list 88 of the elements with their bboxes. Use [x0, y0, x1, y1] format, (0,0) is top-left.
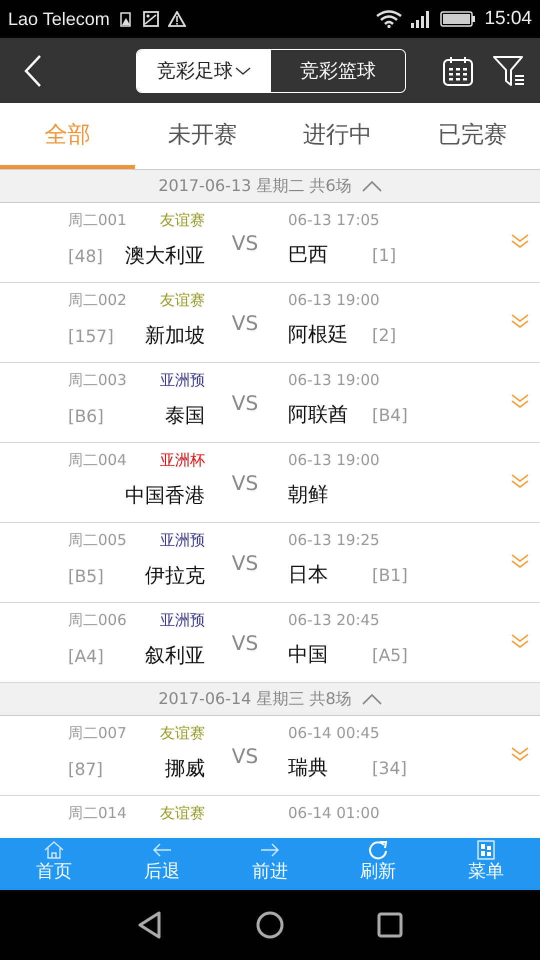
away-team: 日本 [288, 561, 329, 588]
clock: 15:04 [484, 8, 532, 30]
team-rank: [34] [372, 759, 407, 779]
team-rank: [2] [372, 326, 396, 346]
grid-icon [475, 840, 497, 860]
match-code: 周二005 [68, 531, 127, 550]
league-tag: 友谊赛 [160, 211, 205, 230]
league-tag: 亚洲预 [160, 531, 205, 550]
match-time: 06-13 19:00 [288, 451, 380, 469]
team-rank: [1] [372, 246, 396, 266]
expand-icon[interactable] [510, 473, 530, 489]
team-rank: [A5] [372, 646, 408, 666]
expand-icon[interactable] [510, 233, 530, 249]
home-team: 挪威 [165, 755, 205, 782]
team-rank: [87] [68, 760, 103, 780]
match-time: 06-13 19:25 [288, 531, 380, 549]
match-time: 06-13 19:00 [288, 291, 380, 309]
league-tag: 亚洲杯 [160, 451, 205, 470]
vs-label: VS [232, 744, 258, 768]
away-team: 阿根廷 [288, 321, 349, 348]
refresh-icon [367, 840, 389, 860]
match-code: 周二003 [68, 371, 127, 390]
expand-icon[interactable] [510, 633, 530, 649]
match-row[interactable]: 周二003 亚洲预 [B6] 泰国 VS 06-13 19:00 阿联酋 [B4] [0, 363, 540, 443]
league-tag: 友谊赛 [160, 291, 205, 310]
match-code: 周二006 [68, 611, 127, 630]
filter-icon[interactable] [492, 54, 526, 88]
team-rank: [B4] [372, 406, 408, 426]
expand-icon[interactable] [510, 313, 530, 329]
team-rank: [B1] [372, 566, 408, 586]
league-tag: 友谊赛 [160, 724, 205, 743]
home-team: 新加坡 [145, 322, 205, 349]
home-team: 澳大利亚 [125, 242, 205, 269]
team-rank: [48] [68, 247, 103, 267]
home-team: 叙利亚 [145, 642, 205, 669]
vs-label: VS [232, 630, 258, 654]
match-time: 06-14 00:45 [288, 724, 380, 742]
away-team: 朝鲜 [288, 481, 329, 508]
team-rank: [157] [68, 327, 114, 347]
away-team: 巴西 [288, 241, 329, 268]
vs-label: VS [232, 470, 258, 494]
carrier-name: Lao Telecom [8, 8, 110, 30]
match-time: 06-13 17:05 [288, 211, 380, 229]
match-row[interactable]: 周二005 亚洲预 [B5] 伊拉克 VS 06-13 19:25 日本 [B1] [0, 523, 540, 603]
home-team: 伊拉克 [145, 562, 205, 589]
recent-apps-icon[interactable] [375, 910, 405, 940]
vs-label: VS [232, 310, 258, 334]
date-group-title: 2017-06-14 星期三 共8场 [158, 688, 352, 710]
away-team: 阿联酋 [288, 401, 349, 428]
match-time: 06-13 19:00 [288, 371, 380, 389]
calendar-icon[interactable] [442, 54, 474, 86]
match-row[interactable]: 周二004 亚洲杯 中国香港 VS 06-13 19:00 朝鲜 [0, 443, 540, 523]
match-code: 周二014 [68, 804, 127, 823]
team-rank: [B5] [68, 567, 104, 587]
match-row[interactable]: 周二001 友谊赛 [48] 澳大利亚 VS 06-13 17:05 巴西 [1] [0, 203, 540, 283]
match-code: 周二002 [68, 291, 127, 310]
home-icon [43, 840, 65, 860]
match-code: 周二007 [68, 724, 127, 743]
match-code: 周二001 [68, 211, 127, 230]
battery-icon [440, 10, 476, 28]
vs-label: VS [232, 390, 258, 414]
date-group-title: 2017-06-13 星期二 共6场 [158, 176, 352, 196]
back-icon[interactable] [22, 52, 44, 88]
battery-warning-icon [118, 11, 134, 27]
warning-icon [168, 11, 186, 27]
home-team: 中国香港 [125, 482, 205, 509]
team-rank: [B6] [68, 407, 104, 427]
expand-icon[interactable] [510, 553, 530, 569]
away-team: 中国 [288, 641, 329, 668]
league-tag: 友谊赛 [160, 804, 205, 823]
away-team: 瑞典 [288, 754, 329, 781]
image-icon [142, 10, 160, 28]
league-tag: 亚洲预 [160, 371, 205, 390]
wifi-icon [376, 10, 402, 28]
vs-label: VS [232, 230, 258, 254]
match-code: 周二004 [68, 451, 127, 470]
team-rank: [A4] [68, 647, 104, 667]
home-circle-icon[interactable] [255, 910, 285, 940]
expand-icon[interactable] [510, 746, 530, 762]
match-time: 06-13 20:45 [288, 611, 380, 629]
home-team: 泰国 [165, 402, 205, 429]
match-row[interactable]: 周二007 友谊赛 [87] 挪威 VS 06-14 00:45 瑞典 [34] [0, 716, 540, 796]
league-tag: 亚洲预 [160, 611, 205, 630]
match-time: 06-14 01:00 [288, 804, 380, 822]
expand-icon[interactable] [510, 393, 530, 409]
sport-tab[interactable]: 竞彩足球 [137, 50, 271, 92]
match-row[interactable]: 周二002 友谊赛 [157] 新加坡 VS 06-13 19:00 阿根廷 [2] [0, 283, 540, 363]
vs-label: VS [232, 550, 258, 574]
